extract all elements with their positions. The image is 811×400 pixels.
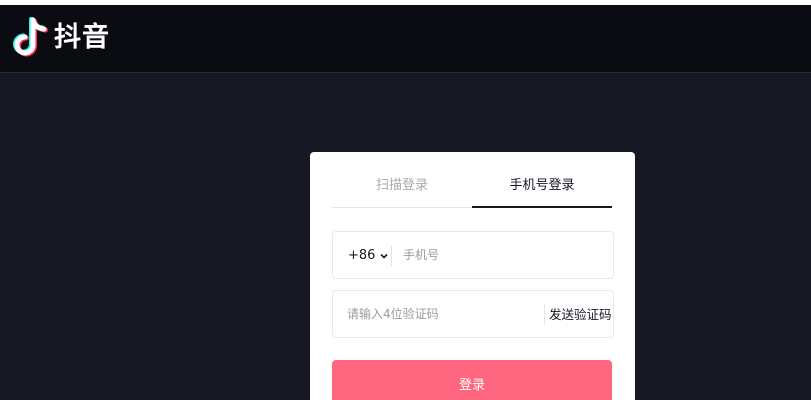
tab-phone-login[interactable]: 手机号登录	[472, 172, 612, 208]
login-tabs: 扫描登录 手机号登录	[332, 172, 612, 208]
chevron-down-icon	[380, 253, 389, 259]
send-code-button[interactable]: 发送验证码	[549, 305, 612, 325]
verification-code-field: 发送验证码	[332, 290, 614, 338]
douyin-logo-icon[interactable]	[12, 17, 48, 59]
phone-field: +86	[332, 231, 614, 279]
login-button[interactable]: 登录	[332, 360, 612, 400]
phone-input[interactable]	[403, 232, 603, 278]
top-header: 抖音	[0, 5, 811, 73]
login-card: 扫描登录 手机号登录 +86 发送验证码 登录	[310, 152, 635, 400]
country-code-value: +86	[348, 248, 376, 263]
tab-qr-login[interactable]: 扫描登录	[332, 172, 472, 208]
field-divider	[391, 246, 392, 266]
verification-code-input[interactable]	[347, 291, 537, 337]
field-divider	[544, 305, 545, 325]
country-code-select[interactable]: +86	[348, 246, 389, 266]
brand-name[interactable]: 抖音	[54, 21, 110, 55]
